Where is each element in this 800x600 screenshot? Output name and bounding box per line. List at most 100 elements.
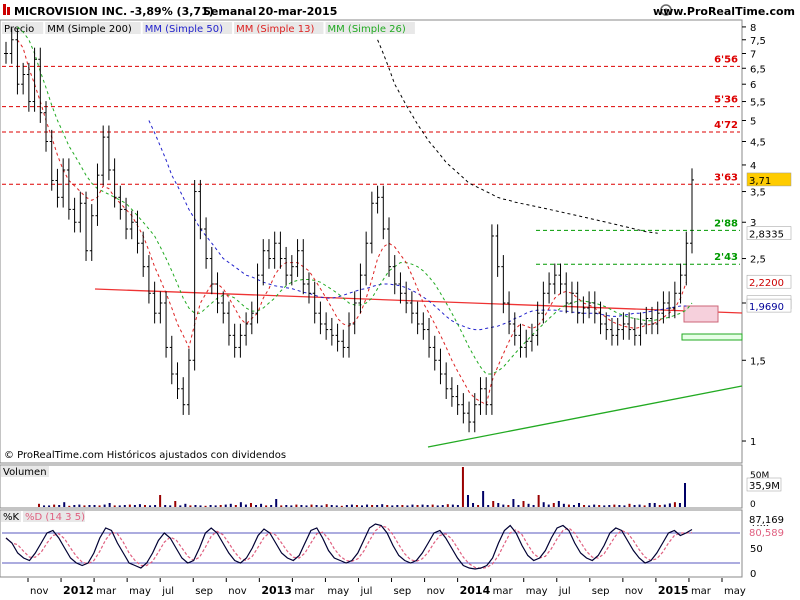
chart-window: MICROVISION INC. -3,89% (3,71) Semanal 2…	[0, 0, 800, 600]
volume-bar	[315, 505, 318, 507]
volume-bar	[456, 505, 459, 507]
volume-bar	[572, 505, 575, 507]
time-tick-label: may	[526, 586, 548, 597]
copyright-note: © ProRealTime.com Históricos ajustados c…	[4, 449, 286, 461]
price-tick-label: 5	[750, 117, 756, 128]
period-label: Semanal	[203, 5, 256, 18]
time-tick-label: nov	[625, 586, 643, 597]
volume-bar	[113, 505, 116, 507]
level-label: 4'72	[714, 120, 738, 131]
volume-bar	[255, 505, 258, 507]
volume-bar	[244, 504, 247, 507]
volume-bar	[628, 503, 631, 507]
volume-bar	[133, 505, 136, 507]
volume-bar	[441, 505, 444, 507]
time-tick-label: may	[129, 586, 151, 597]
volume-bar	[426, 505, 429, 507]
volume-bar	[285, 505, 288, 507]
price-tick-label: 7,5	[750, 36, 766, 47]
price-tick-label: 7	[750, 50, 756, 61]
volume-bar	[446, 504, 449, 507]
volume-bar	[138, 504, 141, 507]
volume-bar	[562, 503, 565, 507]
volume-bar	[154, 505, 157, 507]
volume-bar	[330, 505, 333, 507]
time-tick-label: sep	[394, 586, 412, 597]
site-url[interactable]: www.ProRealTime.com	[653, 5, 795, 18]
volume-bar	[406, 505, 409, 507]
volume-bar	[340, 505, 343, 507]
stoch-k-label: %K	[3, 512, 20, 523]
price-tick-label: 5,5	[750, 98, 766, 109]
volume-bar	[542, 502, 545, 507]
level-label: 5'36	[714, 95, 738, 106]
volume-bar	[229, 503, 232, 507]
legend-price: Precio	[4, 24, 34, 35]
volume-bar	[618, 505, 621, 507]
price-tag: 3,71	[749, 176, 771, 187]
volume-bar	[209, 505, 212, 507]
volume-bar	[391, 505, 394, 507]
volume-bar	[159, 495, 162, 507]
volume-bar	[270, 505, 273, 507]
volume-bar	[204, 505, 207, 507]
time-tick-label: nov	[228, 586, 246, 597]
volume-bar	[512, 499, 515, 507]
price-tag: 2,2200	[749, 278, 784, 289]
volume-bar	[179, 505, 182, 507]
volume-bar	[118, 505, 121, 507]
volume-bar	[578, 503, 581, 507]
volume-bar	[643, 505, 646, 507]
volume-bar	[411, 504, 414, 507]
time-tick-label: jul	[359, 586, 372, 597]
volume-bar	[588, 505, 591, 507]
volume-bar	[194, 505, 197, 507]
volume-bar	[63, 502, 66, 507]
volume-bar	[48, 505, 51, 507]
volume-bar	[189, 505, 192, 507]
volume-bar	[532, 505, 535, 507]
price-tick-label: 1,5	[750, 356, 766, 367]
volume-bar	[174, 501, 177, 507]
volume-bar	[300, 505, 303, 507]
legend-item-2: MM (Simple 13)	[236, 24, 314, 35]
volume-bar	[466, 495, 469, 507]
time-tick-label: jul	[558, 586, 571, 597]
volume-bar	[421, 504, 424, 507]
volume-bar	[38, 503, 40, 507]
volume-value-tag: 35,9M	[749, 481, 780, 492]
volume-bar	[678, 503, 681, 507]
volume-bar	[320, 505, 323, 507]
volume-bar	[648, 503, 651, 507]
volume-bar	[451, 504, 454, 507]
volume-bar	[214, 505, 217, 507]
volume-bar	[461, 467, 464, 507]
time-tick-label: sep	[592, 586, 610, 597]
volume-bar	[305, 505, 308, 507]
volume-bar	[658, 505, 661, 507]
volume-bar	[497, 503, 500, 507]
volume-bar	[502, 504, 505, 507]
volume-bar	[638, 504, 641, 507]
highlight-zone-upper	[683, 305, 719, 323]
volume-bar	[416, 505, 419, 507]
stochastic-panel	[0, 509, 743, 578]
volume-bar	[633, 505, 636, 507]
volume-bar	[431, 504, 434, 507]
volume-bar	[164, 505, 167, 507]
volume-bar	[219, 505, 222, 507]
volume-bar	[608, 505, 611, 507]
volume-bar	[492, 501, 495, 507]
volume-bar	[53, 504, 56, 507]
volume-bar	[355, 505, 358, 507]
volume-bar	[88, 505, 91, 507]
volume-bar	[310, 504, 313, 507]
time-tick-label: mar	[96, 586, 117, 597]
volume-bar	[345, 505, 348, 507]
volume-bar	[265, 505, 268, 507]
volume-bar	[436, 505, 439, 507]
volume-bar	[567, 504, 570, 507]
volume-bar	[366, 504, 369, 507]
level-label: 2'43	[714, 252, 738, 263]
volume-bar	[224, 504, 227, 507]
